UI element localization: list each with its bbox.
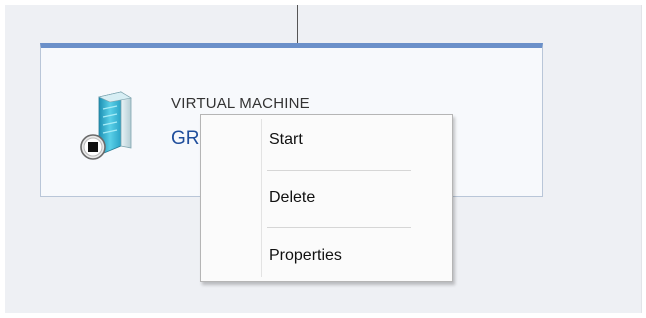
vm-type-label: VIRTUAL MACHINE (171, 95, 310, 112)
stopped-status-icon (80, 134, 106, 160)
menu-item-properties[interactable]: Properties (269, 247, 342, 265)
vm-name-link[interactable]: GR (171, 128, 200, 150)
menu-separator (267, 227, 411, 228)
menu-item-start[interactable]: Start (269, 131, 303, 149)
menu-separator (267, 170, 411, 171)
connector-line (297, 5, 298, 47)
context-menu: Start Delete Properties (200, 114, 453, 282)
menu-item-delete[interactable]: Delete (269, 189, 315, 207)
menu-icon-gutter (261, 119, 262, 277)
